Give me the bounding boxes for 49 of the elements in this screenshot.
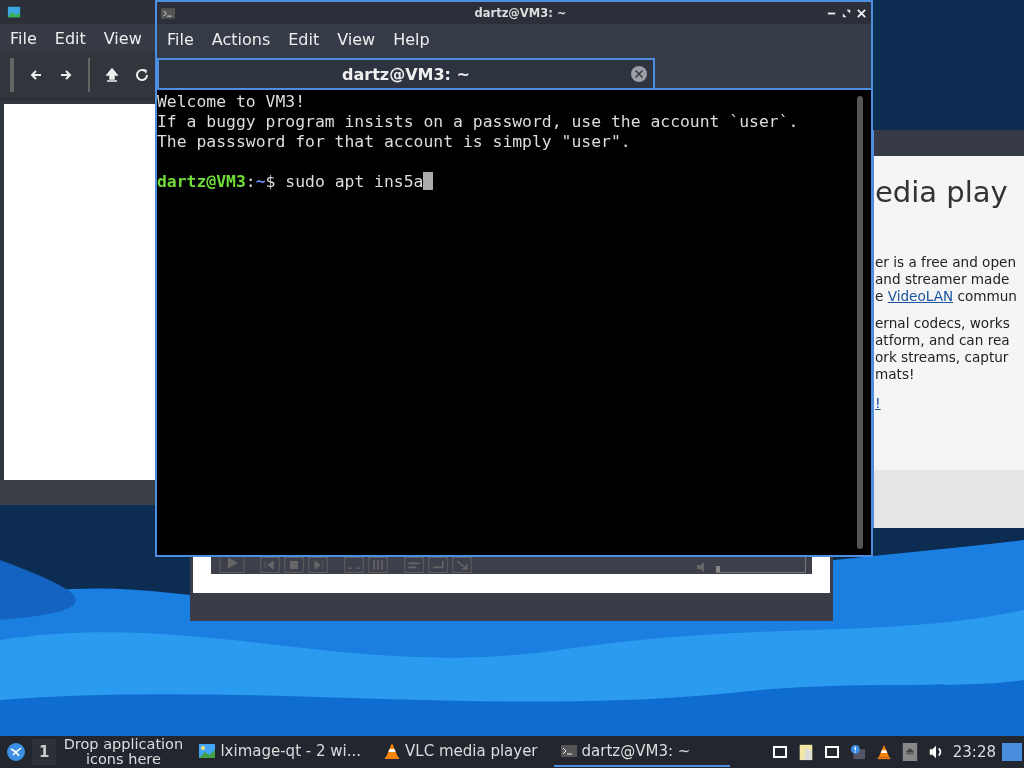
launcher-hint: Drop application icons here [62,737,185,767]
menu-item[interactable]: Help [383,27,438,51]
terminal-line: Welcome to VM3! [157,92,307,112]
window-icon[interactable] [771,743,788,761]
menu-item[interactable]: Actions [201,27,279,51]
maximize-icon[interactable] [841,7,852,19]
taskbar-task[interactable]: dartz@VM3: ~ [553,737,730,767]
terminal-line: The passsword for that account is simply "user". [157,132,632,152]
image-icon [6,5,22,19]
close-tab-icon[interactable] [631,66,647,82]
menu-item[interactable]: View [93,26,150,50]
description-text: ernal codecs, works atform, and can rea ork streams, captur mats! [875,315,1011,383]
volume-thumb[interactable] [716,566,720,572]
notification-icon[interactable] [849,743,866,761]
menu-item[interactable]: View [327,27,384,51]
menu-item[interactable]: Edit [44,26,94,50]
volume-icon[interactable] [927,743,944,761]
terminal-icon [559,742,578,760]
clock: 23:28 [952,743,996,761]
prompt-symbol: $ [265,172,276,191]
close-icon[interactable] [856,7,867,19]
prompt-path: ~ [255,172,266,191]
image-icon [198,742,217,760]
eject-icon[interactable] [901,743,918,761]
taskbar-task[interactable]: lximage-qt - 2 wi... [192,737,368,767]
prompt-separator: : [245,172,256,191]
videolan-link[interactable]: VideoLAN [887,288,954,304]
page-heading: edia play [875,174,1009,211]
prompt-user: dartz@VM3 [157,172,246,191]
terminal-icon [161,7,175,19]
upload-icon[interactable] [104,67,120,83]
reload-icon[interactable] [134,67,150,83]
desktop-switcher[interactable]: 1 [32,739,57,765]
window-icon[interactable] [823,743,840,761]
menu-item[interactable]: File [157,27,202,51]
traffic-cone-icon [383,742,402,760]
traffic-cone-icon[interactable] [875,743,892,761]
terminal-line: If a buggy program insists on a password, use the account `user`. [157,112,800,132]
text-cursor [423,172,434,190]
taskbar-task[interactable]: VLC media player [377,737,544,767]
clipboard-icon[interactable] [797,743,814,761]
menu-item[interactable]: File [0,26,45,50]
link[interactable]: ! [875,395,881,411]
command-text: sudo apt ins5a [285,172,424,191]
description-text: er is a free and open and streamer made e VideoLAN commun [875,254,1018,305]
terminal-tab[interactable]: dartz@VM3: ~ [157,58,655,88]
menu-item[interactable]: Edit [278,27,328,51]
window-title: dartz@VM3: ~ [473,6,568,20]
scrollbar[interactable] [857,96,863,549]
